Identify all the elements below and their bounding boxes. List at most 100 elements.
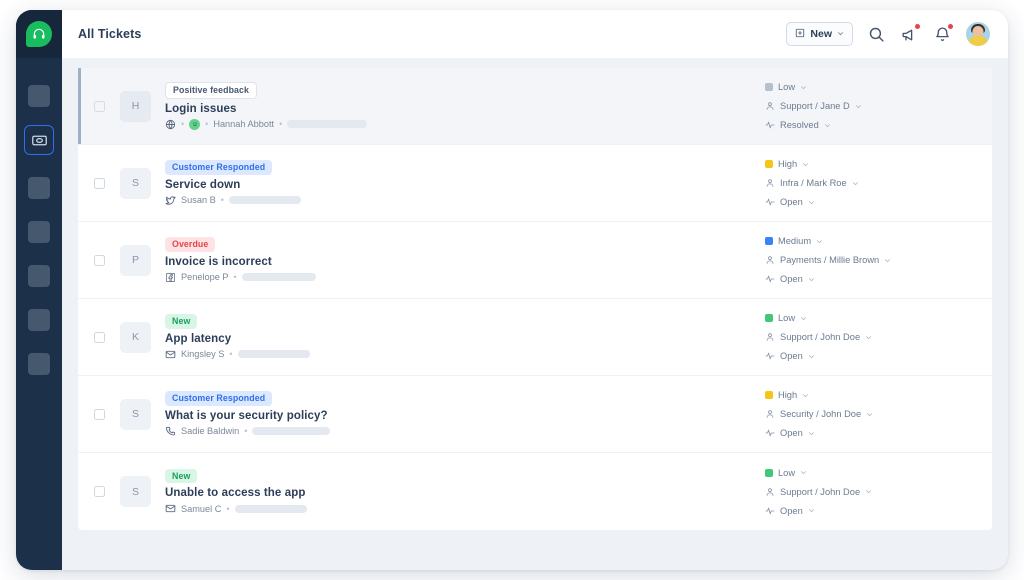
new-button[interactable]: New — [786, 22, 853, 46]
nav-placeholder-1[interactable] — [28, 85, 50, 107]
ticket-icon — [31, 132, 48, 149]
priority-selector[interactable]: Medium — [765, 236, 974, 246]
status-label: Resolved — [780, 120, 819, 130]
nav-placeholder-5[interactable] — [28, 265, 50, 287]
ticket-row[interactable]: S New Unable to access the app Samuel C • Low… — [78, 453, 992, 530]
ticket-title[interactable]: Service down — [165, 179, 759, 191]
ticket-title[interactable]: Unable to access the app — [165, 487, 759, 499]
redacted-preview — [241, 273, 316, 282]
priority-label: High — [778, 159, 798, 169]
chevron-down-icon — [824, 122, 831, 129]
assignee-selector[interactable]: Infra / Mark Roe — [765, 178, 974, 188]
row-checkbox[interactable] — [94, 486, 105, 497]
ticket-title[interactable]: Invoice is incorrect — [165, 256, 759, 268]
row-checkbox[interactable] — [94, 177, 105, 189]
person-icon — [765, 332, 775, 342]
ticket-avatar-initial: S — [120, 476, 151, 507]
twitter-icon — [165, 195, 176, 206]
megaphone-icon[interactable] — [900, 23, 920, 44]
nav-placeholder-6[interactable] — [28, 309, 50, 331]
nav-placeholder-3[interactable] — [28, 177, 50, 199]
ticket-requester: Kingsley S — [181, 349, 225, 360]
redacted-preview — [237, 350, 310, 359]
chevron-down-icon — [800, 315, 807, 322]
status-badge: New — [165, 468, 198, 484]
priority-swatch — [765, 468, 773, 477]
status-selector[interactable]: Resolved — [765, 120, 974, 130]
status-selector[interactable]: Open — [765, 506, 974, 516]
ticket-attributes: Low Support / John Doe Open — [759, 468, 974, 516]
chevron-down-icon — [802, 161, 809, 168]
assignee-selector[interactable]: Security / John Doe — [765, 409, 974, 419]
nav-placeholder-7[interactable] — [28, 353, 50, 375]
bell-icon[interactable] — [933, 23, 953, 44]
row-checkbox[interactable] — [94, 100, 105, 112]
search-icon[interactable] — [867, 25, 886, 44]
status-selector[interactable]: Open — [765, 274, 974, 284]
redacted-preview — [252, 427, 331, 436]
ticket-title[interactable]: Login issues — [165, 103, 759, 115]
status-selector[interactable]: Open — [765, 351, 974, 361]
row-checkbox[interactable] — [94, 408, 105, 420]
assignee-label: Support / John Doe — [780, 486, 861, 497]
ticket-meta: Kingsley S • — [165, 349, 759, 360]
nav-placeholder-4[interactable] — [28, 221, 50, 243]
ticket-row[interactable]: K New App latency Kingsley S • Low Support / J… — [78, 299, 992, 376]
ticket-row[interactable]: P Overdue Invoice is incorrect Penelope P • M… — [78, 222, 992, 299]
person-icon — [765, 409, 775, 419]
assignee-selector[interactable]: Support / John Doe — [765, 487, 974, 497]
ticket-meta: Penelope P • — [165, 272, 759, 283]
sidebar-brand[interactable] — [16, 10, 62, 58]
headset-icon — [26, 21, 52, 47]
priority-selector[interactable]: Low — [765, 82, 974, 92]
redacted-preview — [287, 120, 368, 129]
ticket-row[interactable]: S Customer Responded Service down Susan B • H… — [78, 145, 992, 222]
main-area: All Tickets New H Positive feedback Logi… — [62, 10, 1008, 570]
assignee-selector[interactable]: Support / Jane D — [765, 101, 974, 111]
meta-separator: • — [181, 119, 185, 130]
ticket-title[interactable]: What is your security policy? — [165, 410, 759, 422]
status-selector[interactable]: Open — [765, 197, 974, 207]
avatar[interactable] — [966, 22, 990, 46]
assignee-label: Security / John Doe — [780, 409, 862, 419]
priority-selector[interactable]: Low — [765, 313, 974, 323]
ticket-attributes: High Infra / Mark Roe Open — [759, 159, 974, 207]
chevron-down-icon — [865, 334, 872, 341]
chevron-down-icon — [808, 199, 815, 206]
priority-label: Low — [778, 82, 796, 92]
chevron-down-icon — [852, 180, 859, 187]
ticket-avatar-initial: P — [120, 244, 151, 276]
sidebar-item-tickets[interactable] — [24, 125, 54, 155]
status-label: Open — [780, 505, 803, 516]
ticket-meta: Susan B • — [165, 195, 759, 206]
priority-label: High — [778, 390, 798, 400]
priority-selector[interactable]: High — [765, 159, 974, 169]
priority-selector[interactable]: High — [765, 390, 974, 400]
assignee-selector[interactable]: Support / John Doe — [765, 332, 974, 342]
assignee-label: Payments / Millie Brown — [780, 255, 880, 265]
chevron-down-icon — [802, 392, 809, 399]
chevron-down-icon — [808, 276, 815, 283]
chevron-down-icon — [816, 238, 823, 245]
status-selector[interactable]: Open — [765, 428, 974, 438]
chevron-down-icon — [800, 469, 807, 476]
ticket-title[interactable]: App latency — [165, 333, 759, 345]
ticket-row[interactable]: H Positive feedback Login issues • • Hannah A… — [78, 68, 992, 145]
priority-swatch — [765, 83, 773, 91]
sidebar-nav-list — [16, 58, 62, 375]
pulse-icon — [765, 351, 775, 361]
status-label: Open — [780, 197, 803, 207]
ticket-main: Customer Responded Service down Susan B • — [165, 160, 759, 206]
chevron-down-icon — [884, 257, 891, 264]
ticket-main: Customer Responded What is your security … — [165, 391, 759, 437]
row-checkbox[interactable] — [94, 254, 105, 266]
row-checkbox[interactable] — [94, 331, 105, 343]
pulse-icon — [765, 197, 775, 207]
assignee-selector[interactable]: Payments / Millie Brown — [765, 255, 974, 265]
status-badge: Customer Responded — [165, 160, 273, 175]
ticket-row[interactable]: S Customer Responded What is your security… — [78, 376, 992, 453]
new-button-label: New — [810, 28, 832, 40]
phone-icon — [165, 426, 176, 437]
priority-selector[interactable]: Low — [765, 468, 974, 478]
ticket-main: Positive feedback Login issues • • Hannah Ab… — [165, 82, 759, 130]
